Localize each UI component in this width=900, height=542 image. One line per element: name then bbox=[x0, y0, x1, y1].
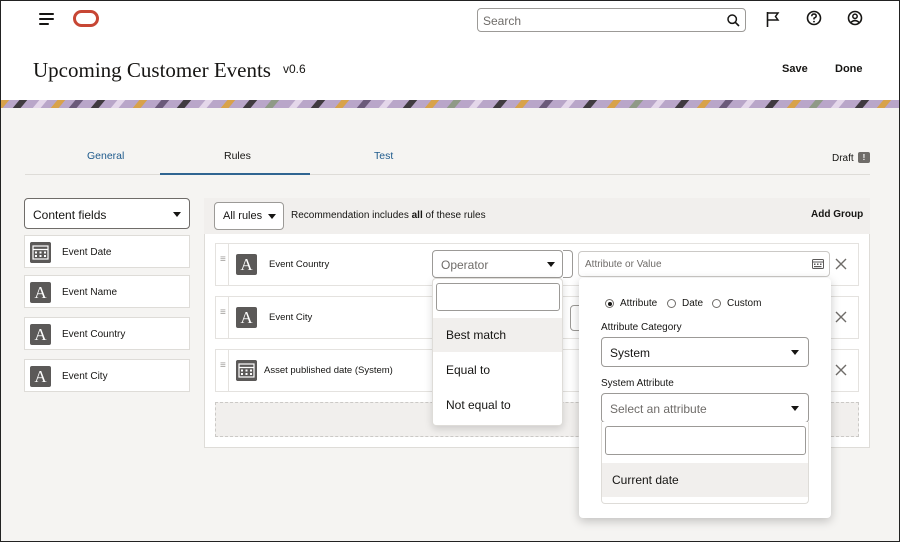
active-tab-indicator bbox=[160, 173, 310, 175]
content-field-label: Event Date bbox=[62, 247, 112, 258]
radio-date[interactable] bbox=[667, 299, 676, 308]
rule-field-label: Event Country bbox=[269, 259, 330, 270]
tab-test[interactable]: Test bbox=[374, 150, 393, 162]
chevron-down-icon bbox=[791, 406, 799, 411]
tab-general[interactable]: General bbox=[87, 150, 124, 162]
operator-select-placeholder: Operator bbox=[441, 258, 489, 272]
recommendation-text: Recommendation includes all of these rul… bbox=[291, 210, 486, 221]
radio-attribute[interactable] bbox=[605, 299, 614, 308]
radio-custom[interactable] bbox=[712, 299, 721, 308]
rule-field-label: Event City bbox=[269, 312, 313, 323]
search-input[interactable] bbox=[483, 12, 713, 29]
app-window: Upcoming Customer Events v0.6 Save Done bbox=[0, 0, 900, 542]
content-field-event-country[interactable]: A Event Country bbox=[24, 317, 190, 350]
system-attribute-select[interactable]: Select an attribute bbox=[601, 393, 809, 423]
close-icon[interactable] bbox=[834, 310, 848, 324]
status-badge: ! bbox=[858, 152, 870, 163]
content-fields-select[interactable]: Content fields bbox=[24, 198, 190, 229]
system-attribute-label: System Attribute bbox=[601, 378, 674, 389]
flag-icon[interactable] bbox=[764, 10, 782, 28]
radio-date-label: Date bbox=[682, 298, 704, 309]
text-icon: A bbox=[30, 366, 51, 387]
attribute-category-label: Attribute Category bbox=[601, 322, 682, 333]
text-icon: A bbox=[236, 254, 257, 275]
operator-option-equal-to[interactable]: Equal to bbox=[433, 353, 562, 387]
text-icon: A bbox=[236, 307, 257, 328]
content-field-label: Event City bbox=[62, 371, 108, 382]
text-icon: A bbox=[30, 282, 51, 303]
chevron-down-icon bbox=[547, 262, 555, 267]
chevron-down-icon bbox=[268, 214, 276, 219]
keyboard-icon[interactable] bbox=[812, 259, 824, 269]
operator-filter-input[interactable] bbox=[436, 283, 560, 311]
chevron-down-icon bbox=[173, 212, 181, 217]
oracle-logo[interactable] bbox=[73, 10, 99, 27]
radio-custom-label: Custom bbox=[727, 298, 762, 309]
top-bar bbox=[1, 1, 899, 37]
rule-field-label: Asset published date (System) bbox=[264, 365, 393, 376]
hamburger-menu-icon[interactable] bbox=[39, 13, 55, 25]
status-label: Draft bbox=[832, 153, 854, 164]
operator-select[interactable]: Operator bbox=[432, 250, 563, 278]
system-attribute-dropdown-menu: Current date bbox=[601, 422, 809, 504]
calendar-icon bbox=[236, 360, 257, 381]
content-fields-select-value: Content fields bbox=[33, 208, 107, 222]
chevron-down-icon bbox=[791, 350, 799, 355]
content-field-event-name[interactable]: A Event Name bbox=[24, 275, 190, 308]
global-search[interactable] bbox=[477, 8, 746, 32]
help-icon[interactable] bbox=[805, 9, 823, 27]
content-field-event-city[interactable]: A Event City bbox=[24, 359, 190, 392]
user-profile-icon[interactable] bbox=[846, 9, 864, 27]
all-rules-select-value: All rules bbox=[223, 210, 263, 222]
operator-dropdown-menu: Best match Equal to Not equal to bbox=[432, 278, 563, 426]
attribute-value-input[interactable] bbox=[585, 257, 805, 271]
attribute-category-value: System bbox=[610, 346, 651, 360]
done-button[interactable]: Done bbox=[835, 63, 863, 75]
system-attribute-filter-input[interactable] bbox=[605, 426, 806, 455]
version-label: v0.6 bbox=[283, 62, 306, 76]
radio-attribute-label: Attribute bbox=[620, 298, 658, 309]
tab-bar: General Rules Test bbox=[25, 141, 870, 175]
page-title: Upcoming Customer Events bbox=[33, 58, 271, 82]
attribute-category-select[interactable]: System bbox=[601, 337, 809, 367]
decorative-banner bbox=[1, 100, 899, 108]
save-button[interactable]: Save bbox=[782, 63, 808, 75]
operator-option-best-match[interactable]: Best match bbox=[433, 318, 562, 352]
drag-handle-icon[interactable]: ≡ bbox=[220, 255, 226, 271]
text-icon: A bbox=[30, 324, 51, 345]
attribute-popup: Attribute Date Custom Attribute Category… bbox=[579, 278, 831, 518]
content-field-label: Event Country bbox=[62, 329, 126, 340]
drag-handle-icon[interactable]: ≡ bbox=[220, 308, 226, 324]
close-icon[interactable] bbox=[834, 363, 848, 377]
operator-option-not-equal-to[interactable]: Not equal to bbox=[433, 388, 562, 422]
search-icon[interactable] bbox=[727, 14, 740, 27]
system-attribute-placeholder: Select an attribute bbox=[610, 402, 707, 416]
close-icon[interactable] bbox=[834, 257, 848, 271]
attribute-option-current-date[interactable]: Current date bbox=[602, 463, 808, 497]
calendar-icon bbox=[30, 242, 51, 263]
add-group-button[interactable]: Add Group bbox=[811, 209, 863, 220]
tab-rules[interactable]: Rules bbox=[224, 150, 251, 162]
drag-handle-icon[interactable]: ≡ bbox=[220, 361, 226, 377]
all-rules-select[interactable]: All rules bbox=[214, 202, 284, 230]
attribute-value-field[interactable] bbox=[578, 251, 830, 277]
content-field-event-date[interactable]: Event Date bbox=[24, 235, 190, 268]
content-field-label: Event Name bbox=[62, 287, 118, 298]
